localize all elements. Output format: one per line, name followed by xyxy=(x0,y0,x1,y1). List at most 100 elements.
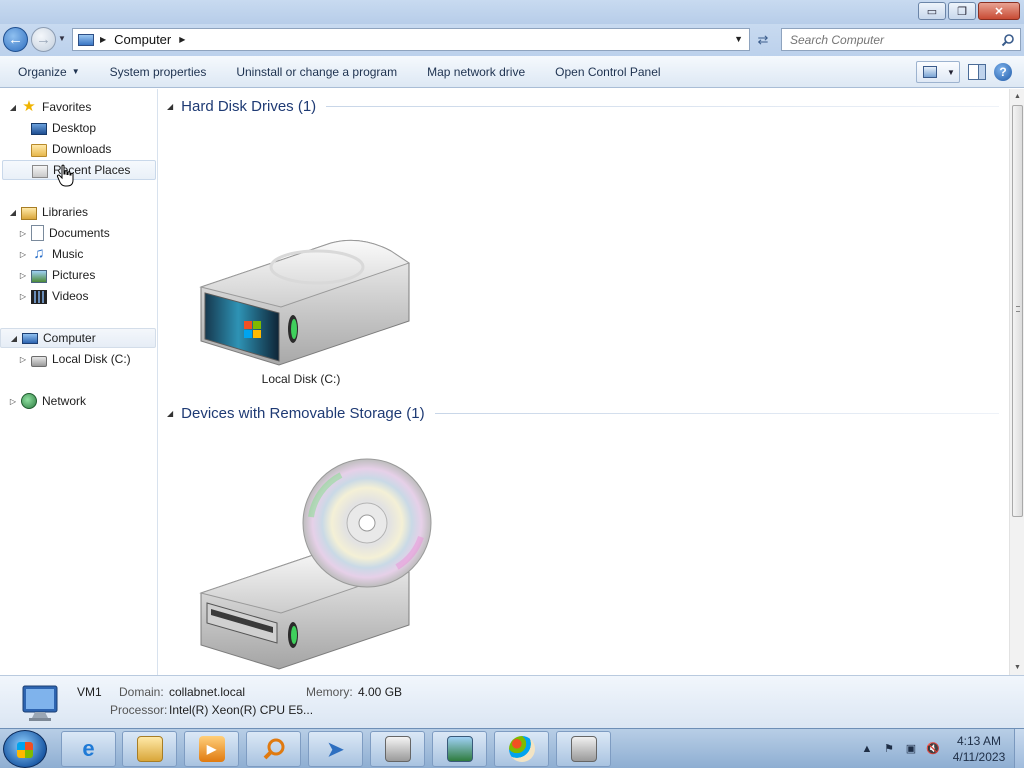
expanded-arrow-icon[interactable]: ◢ xyxy=(9,334,19,343)
expanded-arrow-icon[interactable]: ◢ xyxy=(8,103,18,112)
scroll-up-icon[interactable]: ▲ xyxy=(1010,89,1024,104)
sidebar-item-pictures[interactable]: ▷ Pictures xyxy=(0,265,156,285)
address-bar[interactable]: ▶ Computer ▶ ▼ xyxy=(72,28,750,51)
network-status-icon[interactable]: ▣ xyxy=(904,742,918,756)
sidebar-item-label: Libraries xyxy=(42,205,89,219)
collapsed-arrow-icon[interactable]: ▷ xyxy=(18,292,28,301)
content-area: ◢ Hard Disk Drives (1) Local Disk (C:) ◢… xyxy=(159,89,1009,675)
taskbar-media-player[interactable]: ▶ xyxy=(184,731,239,767)
show-desktop-button[interactable] xyxy=(1014,729,1024,768)
chevron-down-icon[interactable]: ▼ xyxy=(947,68,955,77)
uninstall-program-button[interactable]: Uninstall or change a program xyxy=(221,60,412,84)
sidebar-item-favorites[interactable]: ◢ ★ Favorites xyxy=(0,97,156,117)
show-hidden-icons-icon[interactable]: ▲ xyxy=(860,742,874,756)
collapse-arrow-icon[interactable]: ◢ xyxy=(167,102,173,111)
recent-pages-dropdown[interactable]: ▼ xyxy=(58,34,68,46)
breadcrumb-computer[interactable]: Computer xyxy=(114,32,171,47)
change-view-button[interactable]: ▼ xyxy=(916,61,960,83)
processor-label: Processor: xyxy=(110,703,168,717)
computer-icon xyxy=(78,33,94,46)
breadcrumb-arrow-icon[interactable]: ▶ xyxy=(179,35,185,44)
map-network-drive-button[interactable]: Map network drive xyxy=(412,60,540,84)
start-button[interactable] xyxy=(3,730,47,768)
close-button[interactable]: ✕ xyxy=(978,2,1020,20)
taskbar-app-installer[interactable] xyxy=(556,731,611,767)
refresh-icon: ⇄ xyxy=(757,31,769,47)
taskbar-printer[interactable] xyxy=(370,731,425,767)
navigation-pane: ◢ ★ Favorites Desktop Downloads Recent P… xyxy=(0,89,158,675)
taskbar-paint[interactable] xyxy=(494,731,549,767)
group-header-hard-disk-drives[interactable]: ◢ Hard Disk Drives (1) xyxy=(167,95,999,117)
action-center-flag-icon[interactable]: ⚑ xyxy=(882,742,896,756)
sidebar-item-desktop[interactable]: Desktop xyxy=(0,118,156,138)
minimize-button[interactable]: ▭ xyxy=(918,2,946,20)
sidebar-item-network[interactable]: ▷ Network xyxy=(0,391,156,411)
collapse-arrow-icon[interactable]: ◢ xyxy=(167,409,173,418)
open-control-panel-button[interactable]: Open Control Panel xyxy=(540,60,675,84)
collapsed-arrow-icon[interactable]: ▷ xyxy=(18,229,28,238)
collapsed-arrow-icon[interactable]: ▷ xyxy=(18,355,28,364)
collapsed-arrow-icon[interactable]: ▷ xyxy=(8,397,18,406)
drive-tile-local-disk[interactable]: Local Disk (C:) xyxy=(171,229,431,386)
taskbar-internet-explorer[interactable]: e xyxy=(61,731,116,767)
app-installer-icon xyxy=(570,736,597,762)
expanded-arrow-icon[interactable]: ◢ xyxy=(8,208,18,217)
dvd-drive-icon xyxy=(199,458,432,670)
desktop-icon xyxy=(31,123,47,135)
computer-monitor-icon xyxy=(22,685,58,721)
back-button[interactable]: ← xyxy=(3,27,28,52)
help-icon[interactable]: ? xyxy=(994,63,1012,81)
taskbar-photo-viewer[interactable] xyxy=(432,731,487,767)
scrollbar-thumb[interactable] xyxy=(1012,105,1023,517)
pictures-icon xyxy=(31,269,47,283)
sidebar-item-videos[interactable]: ▷ Videos xyxy=(0,286,156,306)
maximize-button[interactable]: ❐ xyxy=(948,2,976,20)
sidebar-item-label: Computer xyxy=(43,331,96,345)
windows-explorer-icon xyxy=(136,736,163,762)
refresh-button[interactable]: ⇄ xyxy=(752,28,774,51)
libraries-icon xyxy=(21,206,37,220)
collapsed-arrow-icon[interactable]: ▷ xyxy=(18,250,28,259)
taskbar-paper-plane[interactable]: ➤ xyxy=(308,731,363,767)
processor-value: Intel(R) Xeon(R) CPU E5... xyxy=(169,703,314,717)
title-bar: ▭ ❐ ✕ xyxy=(0,0,1024,24)
organize-button[interactable]: Organize ▼ xyxy=(0,60,95,84)
sidebar-item-local-disk[interactable]: ▷ Local Disk (C:) xyxy=(0,349,156,369)
scroll-down-icon[interactable]: ▼ xyxy=(1010,660,1024,675)
sidebar-item-recent-places[interactable]: Recent Places xyxy=(2,160,156,180)
organize-label: Organize xyxy=(18,64,67,79)
search-icon xyxy=(263,738,284,760)
sidebar-item-downloads[interactable]: Downloads xyxy=(0,139,156,159)
sidebar-item-documents[interactable]: ▷ Documents xyxy=(0,223,156,243)
hard-disk-icon xyxy=(31,355,47,367)
volume-muted-icon[interactable]: 🔇 xyxy=(926,742,940,756)
sidebar-item-computer[interactable]: ◢ Computer xyxy=(0,328,156,348)
chevron-down-icon: ▼ xyxy=(71,67,80,76)
sidebar-item-label: Videos xyxy=(52,289,89,303)
command-bar: Organize ▼ System properties Uninstall or… xyxy=(0,56,1024,88)
sidebar-item-music[interactable]: ▷ ♫ Music xyxy=(0,244,156,264)
drive-tile-dvd[interactable] xyxy=(171,457,432,675)
system-properties-button[interactable]: System properties xyxy=(95,60,222,84)
group-header-removable-storage[interactable]: ◢ Devices with Removable Storage (1) xyxy=(167,402,999,424)
group-divider xyxy=(434,412,999,414)
taskbar-windows-explorer[interactable] xyxy=(122,731,177,767)
internet-explorer-icon: e xyxy=(82,736,95,761)
clock[interactable]: 4:13 AM 4/11/2023 xyxy=(948,733,1010,765)
forward-button[interactable]: → xyxy=(31,27,56,52)
breadcrumb-arrow-icon[interactable]: ▶ xyxy=(100,35,106,44)
notification-area: ▲ ⚑ ▣ 🔇 4:13 AM 4/11/2023 xyxy=(860,729,1024,768)
sidebar-item-libraries[interactable]: ◢ Libraries xyxy=(0,202,156,222)
forward-arrow-icon: → xyxy=(36,31,51,48)
address-dropdown-icon[interactable]: ▼ xyxy=(734,34,743,44)
collapsed-arrow-icon[interactable]: ▷ xyxy=(18,271,28,280)
vertical-scrollbar[interactable]: ▲ ▼ xyxy=(1009,89,1024,675)
documents-icon xyxy=(31,225,44,241)
sidebar-item-label: Favorites xyxy=(42,100,92,114)
computer-name: VM1 xyxy=(77,685,102,699)
search-icon[interactable] xyxy=(1001,33,1015,47)
search-box[interactable] xyxy=(781,28,1021,51)
search-input[interactable] xyxy=(790,32,990,47)
preview-pane-icon[interactable] xyxy=(968,64,986,80)
taskbar-search[interactable] xyxy=(246,731,301,767)
